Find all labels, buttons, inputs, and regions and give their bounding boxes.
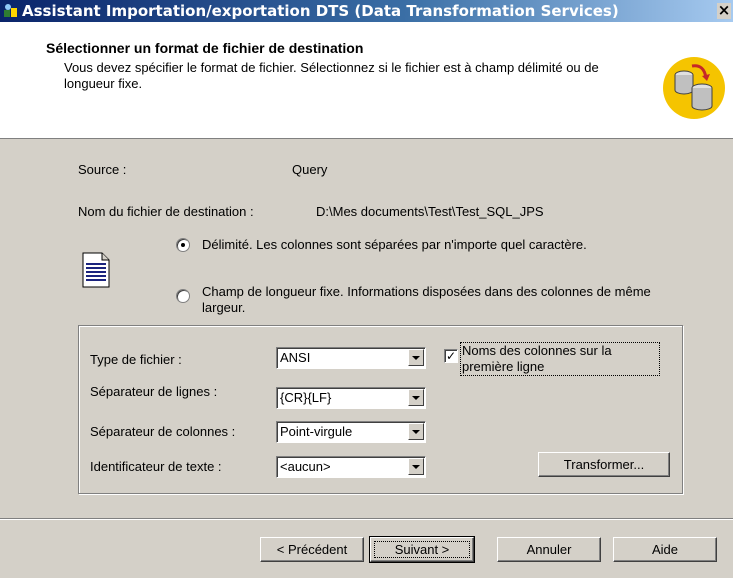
header-row-checkbox-label[interactable]: Noms des colonnes sur la première ligne xyxy=(460,342,660,376)
window-title: Assistant Importation/exportation DTS (D… xyxy=(22,2,619,20)
database-export-icon xyxy=(663,57,725,119)
next-button-focus-ring xyxy=(374,541,470,558)
title-bar: Assistant Importation/exportation DTS (D… xyxy=(0,0,733,22)
delimited-radio-label[interactable]: Délimité. Les colonnes sont séparées par… xyxy=(202,237,587,252)
delimited-radio[interactable] xyxy=(176,238,190,252)
column-separator-label: Séparateur de colonnes : xyxy=(90,424,236,439)
back-button[interactable]: < Précédent xyxy=(260,537,364,562)
file-type-label: Type de fichier : xyxy=(90,352,182,367)
cancel-button[interactable]: Annuler xyxy=(497,537,601,562)
column-separator-select[interactable]: Point-virgule xyxy=(276,421,426,443)
row-separator-label: Séparateur de lignes : xyxy=(90,384,218,399)
close-button[interactable]: × xyxy=(717,3,731,19)
row-separator-value: {CR}{LF} xyxy=(280,390,332,405)
dts-app-icon xyxy=(4,4,17,17)
row-separator-select[interactable]: {CR}{LF} xyxy=(276,387,426,409)
text-qualifier-select[interactable]: <aucun> xyxy=(276,456,426,478)
source-label: Source : xyxy=(78,162,127,177)
text-file-icon xyxy=(82,252,110,288)
source-value: Query xyxy=(292,162,328,177)
file-type-value: ANSI xyxy=(280,350,311,365)
text-qualifier-dropdown-arrow-icon[interactable] xyxy=(408,458,424,475)
fixed-width-radio-label[interactable]: Champ de longueur fixe. Informations dis… xyxy=(202,284,672,316)
destination-value: D:\Mes documents\Test\Test_SQL_JPS xyxy=(316,204,544,219)
footer-separator xyxy=(0,518,733,520)
fixed-width-radio[interactable] xyxy=(176,289,190,303)
page-description: Vous devez spécifier le format de fichie… xyxy=(64,60,599,91)
text-qualifier-value: <aucun> xyxy=(280,459,331,474)
text-qualifier-label: Identificateur de texte : xyxy=(90,459,222,474)
file-type-select[interactable]: ANSI xyxy=(276,347,426,369)
column-separator-value: Point-virgule xyxy=(280,424,353,439)
row-separator-dropdown-arrow-icon[interactable] xyxy=(408,389,424,406)
destination-label: Nom du fichier de destination : xyxy=(78,204,254,219)
help-button[interactable]: Aide xyxy=(613,537,717,562)
page-title: Sélectionner un format de fichier de des… xyxy=(46,40,364,56)
next-button[interactable]: Suivant > xyxy=(369,536,475,563)
transform-button[interactable]: Transformer... xyxy=(538,452,670,477)
header-row-checkbox[interactable]: ✓ xyxy=(444,349,458,363)
file-type-dropdown-arrow-icon[interactable] xyxy=(408,349,424,366)
column-separator-dropdown-arrow-icon[interactable] xyxy=(408,423,424,440)
